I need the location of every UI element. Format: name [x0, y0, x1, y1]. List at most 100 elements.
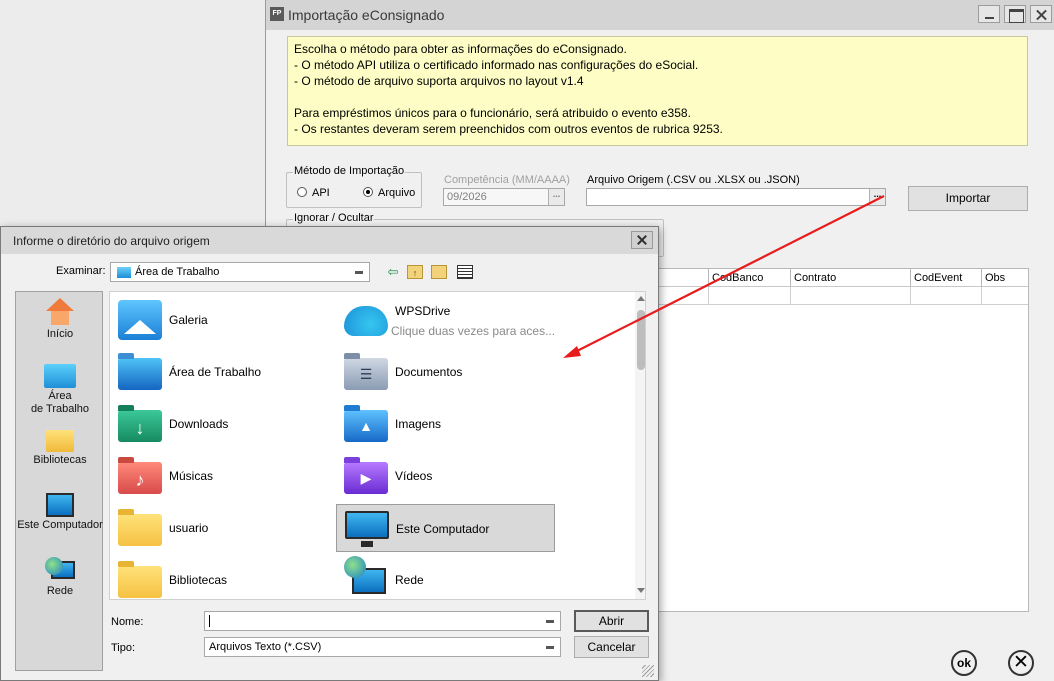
file-item-galeria[interactable]: Galeria	[110, 296, 330, 344]
file-item-area-de-trabalho[interactable]: Área de Trabalho	[110, 348, 330, 396]
ignore-hide-label: Ignorar / Ocultar	[293, 212, 375, 224]
place-label: Área de Trabalho	[30, 390, 90, 415]
info-line	[294, 89, 1021, 105]
close-window-button[interactable]	[1030, 5, 1052, 23]
column-header-codevent[interactable]: CodEvent	[910, 269, 981, 287]
look-in-value: Área de Trabalho	[135, 266, 220, 278]
column-header-codbanco[interactable]: CodBanco	[708, 269, 790, 287]
browse-file-button[interactable]: ...	[869, 189, 885, 205]
file-item-wpsdrive[interactable]: WPSDrive Clique duas vezes para aces...	[336, 296, 556, 344]
maximize-button[interactable]	[1004, 5, 1026, 23]
radio-api[interactable]: API	[297, 187, 330, 199]
computer-icon	[46, 493, 74, 517]
arquivo-origem-field[interactable]: ...	[586, 188, 886, 206]
place-label: Bibliotecas	[33, 454, 87, 466]
info-line: - Os restantes deveram serem preenchidos…	[294, 122, 723, 136]
file-item-este-computador[interactable]: Este Computador	[336, 504, 555, 552]
info-box: Escolha o método para obter as informaçõ…	[287, 36, 1028, 146]
new-folder-icon[interactable]	[431, 265, 447, 279]
competencia-picker-button[interactable]: ...	[548, 189, 564, 205]
radio-arquivo[interactable]: Arquivo	[363, 187, 415, 199]
resize-grip-icon[interactable]	[642, 665, 654, 677]
dialog-close-button[interactable]	[631, 231, 653, 249]
info-line: - O método API utiliza o certificado inf…	[294, 58, 699, 72]
up-folder-icon[interactable]: ↑	[407, 265, 423, 279]
place-este-computador[interactable]: Este Computador	[16, 493, 104, 531]
libraries-folder-icon	[118, 561, 162, 598]
table-cell[interactable]	[981, 287, 1030, 304]
file-name: Bibliotecas	[169, 573, 228, 587]
radio-api-dot[interactable]	[297, 187, 307, 197]
main-title-bar: FP Importação eConsignado	[266, 0, 1054, 30]
desktop-folder-icon	[118, 353, 162, 390]
dropdown-arrow-icon[interactable]	[546, 620, 554, 623]
look-in-combo[interactable]: Área de Trabalho	[110, 262, 370, 282]
network-icon	[45, 557, 75, 583]
file-item-usuario[interactable]: usuario	[110, 504, 330, 552]
user-folder-icon	[118, 509, 162, 546]
scroll-up-icon[interactable]	[637, 296, 645, 301]
open-button[interactable]: Abrir	[574, 610, 649, 632]
place-label: Este Computador	[17, 519, 103, 531]
info-line: - O método de arquivo suporta arquivos n…	[294, 74, 584, 88]
network-icon	[344, 556, 388, 599]
file-name: Este Computador	[396, 522, 490, 536]
place-bibliotecas[interactable]: Bibliotecas	[16, 430, 104, 466]
file-item-videos[interactable]: ▶ Vídeos	[336, 452, 556, 500]
file-item-documentos[interactable]: ☰ Documentos	[336, 348, 556, 396]
dropdown-arrow-icon[interactable]	[355, 271, 363, 274]
cancel-icon[interactable]: ✕	[1008, 650, 1034, 676]
competencia-value: 09/2026	[447, 191, 487, 203]
file-name: WPSDrive	[395, 304, 451, 318]
column-header-contrato[interactable]: Contrato	[790, 269, 910, 287]
dialog-title-bar: Informe o diretório do arquivo origem	[1, 227, 658, 254]
file-type-value: Arquivos Texto (*.CSV)	[209, 641, 322, 653]
file-name-input[interactable]	[204, 611, 561, 631]
places-bar: Início Área de Trabalho Bibliotecas Este…	[15, 291, 103, 671]
file-type-select[interactable]: Arquivos Texto (*.CSV)	[204, 637, 561, 657]
scroll-down-icon[interactable]	[637, 588, 645, 593]
column-header-obs[interactable]: Obs	[981, 269, 1030, 287]
competencia-field[interactable]: 09/2026 ...	[443, 188, 565, 206]
file-item-bibliotecas[interactable]: Bibliotecas	[110, 556, 330, 599]
minimize-button[interactable]	[978, 5, 1000, 23]
import-method-group: Método de Importação API Arquivo	[286, 165, 422, 208]
file-item-musicas[interactable]: ♪ Músicas	[110, 452, 330, 500]
back-icon[interactable]: ⇦	[385, 265, 401, 279]
file-item-downloads[interactable]: ↓ Downloads	[110, 400, 330, 448]
file-name: Músicas	[169, 469, 214, 483]
file-list-scrollbar[interactable]	[635, 292, 645, 599]
file-list[interactable]: Galeria WPSDrive Clique duas vezes para …	[109, 291, 646, 600]
text-cursor	[209, 615, 210, 628]
cancel-button[interactable]: Cancelar	[574, 636, 649, 658]
arquivo-origem-label: Arquivo Origem (.CSV ou .XLSX ou .JSON)	[587, 174, 800, 186]
libraries-icon	[46, 430, 74, 452]
file-name: Downloads	[169, 417, 229, 431]
file-name: Área de Trabalho	[169, 365, 262, 379]
place-inicio[interactable]: Início	[16, 298, 104, 340]
file-name: Vídeos	[395, 469, 433, 483]
table-cell[interactable]	[708, 287, 790, 304]
importar-button[interactable]: Importar	[908, 186, 1028, 211]
place-rede[interactable]: Rede	[16, 557, 104, 597]
radio-arquivo-dot[interactable]	[363, 187, 373, 197]
place-label: Início	[46, 328, 74, 340]
window-title: Importação eConsignado	[288, 7, 445, 23]
dropdown-arrow-icon[interactable]	[546, 646, 554, 649]
table-cell[interactable]	[910, 287, 981, 304]
view-menu-icon[interactable]	[457, 265, 473, 279]
gallery-icon	[118, 300, 162, 340]
file-item-rede[interactable]: Rede	[336, 556, 556, 599]
table-cell[interactable]	[790, 287, 910, 304]
home-icon	[45, 298, 75, 326]
file-type-label: Tipo:	[111, 642, 136, 654]
file-name: Imagens	[395, 417, 442, 431]
desktop-icon	[44, 364, 76, 388]
file-item-imagens[interactable]: ▲ Imagens	[336, 400, 556, 448]
ok-button[interactable]: ok	[951, 650, 977, 676]
radio-api-label: API	[312, 187, 330, 199]
scroll-thumb[interactable]	[637, 310, 645, 370]
dialog-title: Informe o diretório do arquivo origem	[13, 234, 210, 248]
place-area-de-trabalho[interactable]: Área de Trabalho	[16, 364, 104, 416]
downloads-folder-icon: ↓	[118, 405, 162, 442]
